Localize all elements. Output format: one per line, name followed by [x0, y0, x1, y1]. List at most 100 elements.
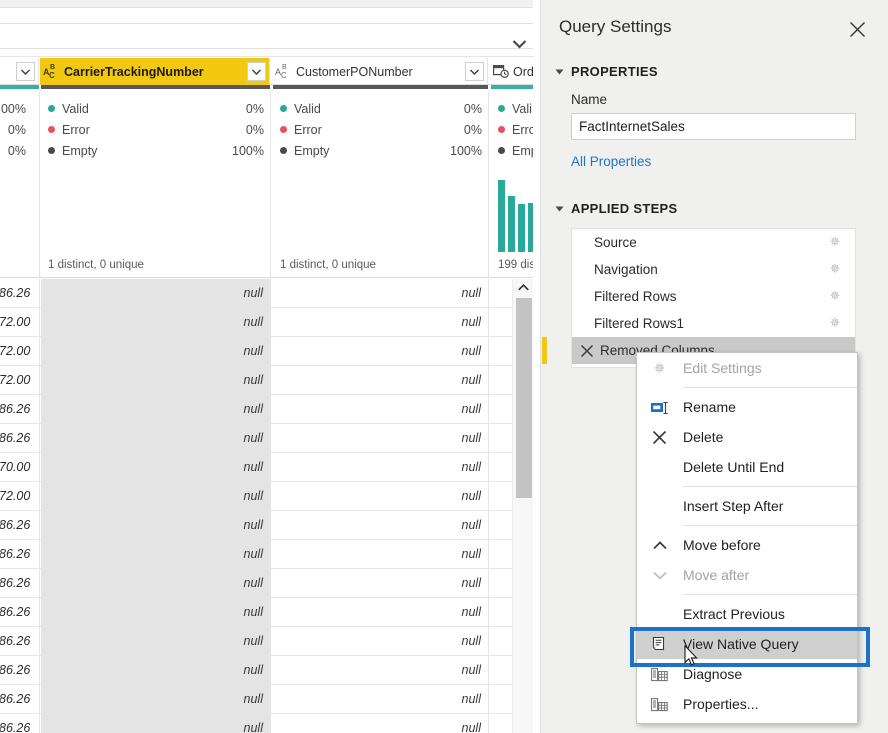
- chevron-down-icon[interactable]: [465, 62, 484, 81]
- menu-item-insert-step-after[interactable]: Insert Step After: [637, 491, 857, 521]
- cell-value[interactable]: null: [272, 337, 489, 365]
- cell-value[interactable]: 72.00: [0, 337, 40, 365]
- cell-value[interactable]: null: [41, 685, 271, 713]
- column-header-truncated[interactable]: [0, 58, 39, 85]
- cell-value[interactable]: null: [272, 685, 489, 713]
- column-header-carriertrackingnumber[interactable]: ABC CarrierTrackingNumber: [40, 58, 270, 85]
- menu-item-diagnose[interactable]: Diagnose: [637, 659, 857, 689]
- applied-step-navigation[interactable]: Navigation ✵: [572, 256, 855, 283]
- gear-icon[interactable]: ✵: [828, 316, 842, 330]
- cell-value[interactable]: 86.26: [0, 279, 40, 307]
- cell-value[interactable]: null: [272, 366, 489, 394]
- close-x-icon[interactable]: [580, 344, 594, 358]
- scrollbar-thumb[interactable]: [516, 298, 532, 498]
- cell-value[interactable]: null: [272, 424, 489, 452]
- table-row[interactable]: 86.26 null null: [0, 511, 540, 540]
- cell-value[interactable]: 86.26: [0, 569, 40, 597]
- table-row[interactable]: 72.00 null null: [0, 482, 540, 511]
- cell-value[interactable]: null: [272, 395, 489, 423]
- cell-value[interactable]: null: [272, 714, 489, 733]
- cell-value[interactable]: null: [41, 569, 271, 597]
- table-row[interactable]: 72.00 null null: [0, 366, 540, 395]
- applied-step-filtered-rows[interactable]: Filtered Rows ✵: [572, 283, 855, 310]
- cell-value[interactable]: 72.00: [0, 482, 40, 510]
- menu-item-delete[interactable]: Delete: [637, 422, 857, 452]
- menu-item-edit-settings[interactable]: ✵ Edit Settings: [637, 353, 857, 383]
- formula-input[interactable]: [0, 23, 534, 49]
- cell-value[interactable]: null: [272, 540, 489, 568]
- cell-value[interactable]: 86.26: [0, 511, 40, 539]
- menu-item-rename[interactable]: Rename: [637, 392, 857, 422]
- cell-value[interactable]: 86.26: [0, 598, 40, 626]
- cell-value[interactable]: null: [41, 714, 271, 733]
- cell-value[interactable]: null: [272, 482, 489, 510]
- menu-item-move-before[interactable]: Move before: [637, 530, 857, 560]
- menu-item-move-after[interactable]: Move after: [637, 560, 857, 590]
- menu-item-extract-previous[interactable]: Extract Previous: [637, 599, 857, 629]
- table-row[interactable]: 86.26 null null: [0, 656, 540, 685]
- gear-icon[interactable]: ✵: [828, 289, 842, 303]
- table-row[interactable]: 86.26 null null: [0, 540, 540, 569]
- cell-value[interactable]: null: [272, 598, 489, 626]
- cell-value[interactable]: 86.26: [0, 540, 40, 568]
- cell-value[interactable]: null: [41, 453, 271, 481]
- cell-value[interactable]: null: [272, 453, 489, 481]
- cell-value[interactable]: null: [41, 308, 271, 336]
- properties-section-header[interactable]: PROPERTIES: [555, 64, 658, 79]
- cell-value[interactable]: null: [272, 569, 489, 597]
- cell-value[interactable]: 86.26: [0, 424, 40, 452]
- all-properties-link[interactable]: All Properties: [571, 154, 651, 169]
- grid-vertical-scrollbar[interactable]: [512, 279, 533, 733]
- cell-value[interactable]: null: [41, 337, 271, 365]
- menu-item-properties[interactable]: Properties...: [637, 689, 857, 719]
- cell-value[interactable]: null: [41, 540, 271, 568]
- cell-value[interactable]: null: [41, 627, 271, 655]
- table-row[interactable]: 86.26 null null: [0, 395, 540, 424]
- gear-icon[interactable]: ✵: [828, 262, 842, 276]
- menu-item-delete-until-end[interactable]: Delete Until End: [637, 452, 857, 482]
- cell-value[interactable]: null: [41, 366, 271, 394]
- cell-value[interactable]: 86.26: [0, 714, 40, 733]
- query-name-field[interactable]: FactInternetSales: [571, 113, 856, 140]
- chevron-up-icon[interactable]: [513, 279, 534, 296]
- gear-icon[interactable]: ✵: [828, 235, 842, 249]
- cell-value[interactable]: null: [41, 598, 271, 626]
- table-row[interactable]: 86.26 null null: [0, 424, 540, 453]
- cell-value[interactable]: null: [41, 656, 271, 684]
- applied-step-source[interactable]: Source ✵: [572, 229, 855, 256]
- cell-value[interactable]: null: [272, 279, 489, 307]
- cell-value[interactable]: 86.26: [0, 395, 40, 423]
- cell-value[interactable]: 86.26: [0, 656, 40, 684]
- table-row[interactable]: 70.00 null null: [0, 453, 540, 482]
- cell-value[interactable]: 72.00: [0, 308, 40, 336]
- cell-value[interactable]: 86.26: [0, 627, 40, 655]
- cell-value[interactable]: null: [41, 424, 271, 452]
- chevron-down-icon[interactable]: [247, 62, 266, 81]
- table-row[interactable]: 86.26 null null: [0, 627, 540, 656]
- table-row[interactable]: 86.26 null null: [0, 279, 540, 308]
- cell-value[interactable]: null: [41, 511, 271, 539]
- applied-step-filtered-rows1[interactable]: Filtered Rows1 ✵: [572, 310, 855, 337]
- cell-value[interactable]: 70.00: [0, 453, 40, 481]
- table-row[interactable]: 86.26 null null: [0, 714, 540, 733]
- menu-item-view-native-query[interactable]: View Native Query: [637, 629, 857, 659]
- close-icon[interactable]: [844, 16, 870, 42]
- table-row[interactable]: 72.00 null null: [0, 337, 540, 366]
- table-row[interactable]: 72.00 null null: [0, 308, 540, 337]
- column-header-customerponumber[interactable]: ABC CustomerPONumber: [272, 58, 488, 85]
- cell-value[interactable]: null: [41, 482, 271, 510]
- chevron-down-icon[interactable]: [16, 62, 35, 81]
- chevron-down-icon[interactable]: [508, 33, 530, 55]
- table-row[interactable]: 86.26 null null: [0, 569, 540, 598]
- cell-value[interactable]: null: [41, 395, 271, 423]
- table-row[interactable]: 86.26 null null: [0, 598, 540, 627]
- applied-steps-section-header[interactable]: APPLIED STEPS: [555, 201, 677, 216]
- cell-value[interactable]: null: [272, 656, 489, 684]
- cell-value[interactable]: 86.26: [0, 685, 40, 713]
- cell-value[interactable]: null: [41, 279, 271, 307]
- cell-value[interactable]: null: [272, 308, 489, 336]
- cell-value[interactable]: 72.00: [0, 366, 40, 394]
- cell-value[interactable]: null: [272, 511, 489, 539]
- table-row[interactable]: 86.26 null null: [0, 685, 540, 714]
- cell-value[interactable]: null: [272, 627, 489, 655]
